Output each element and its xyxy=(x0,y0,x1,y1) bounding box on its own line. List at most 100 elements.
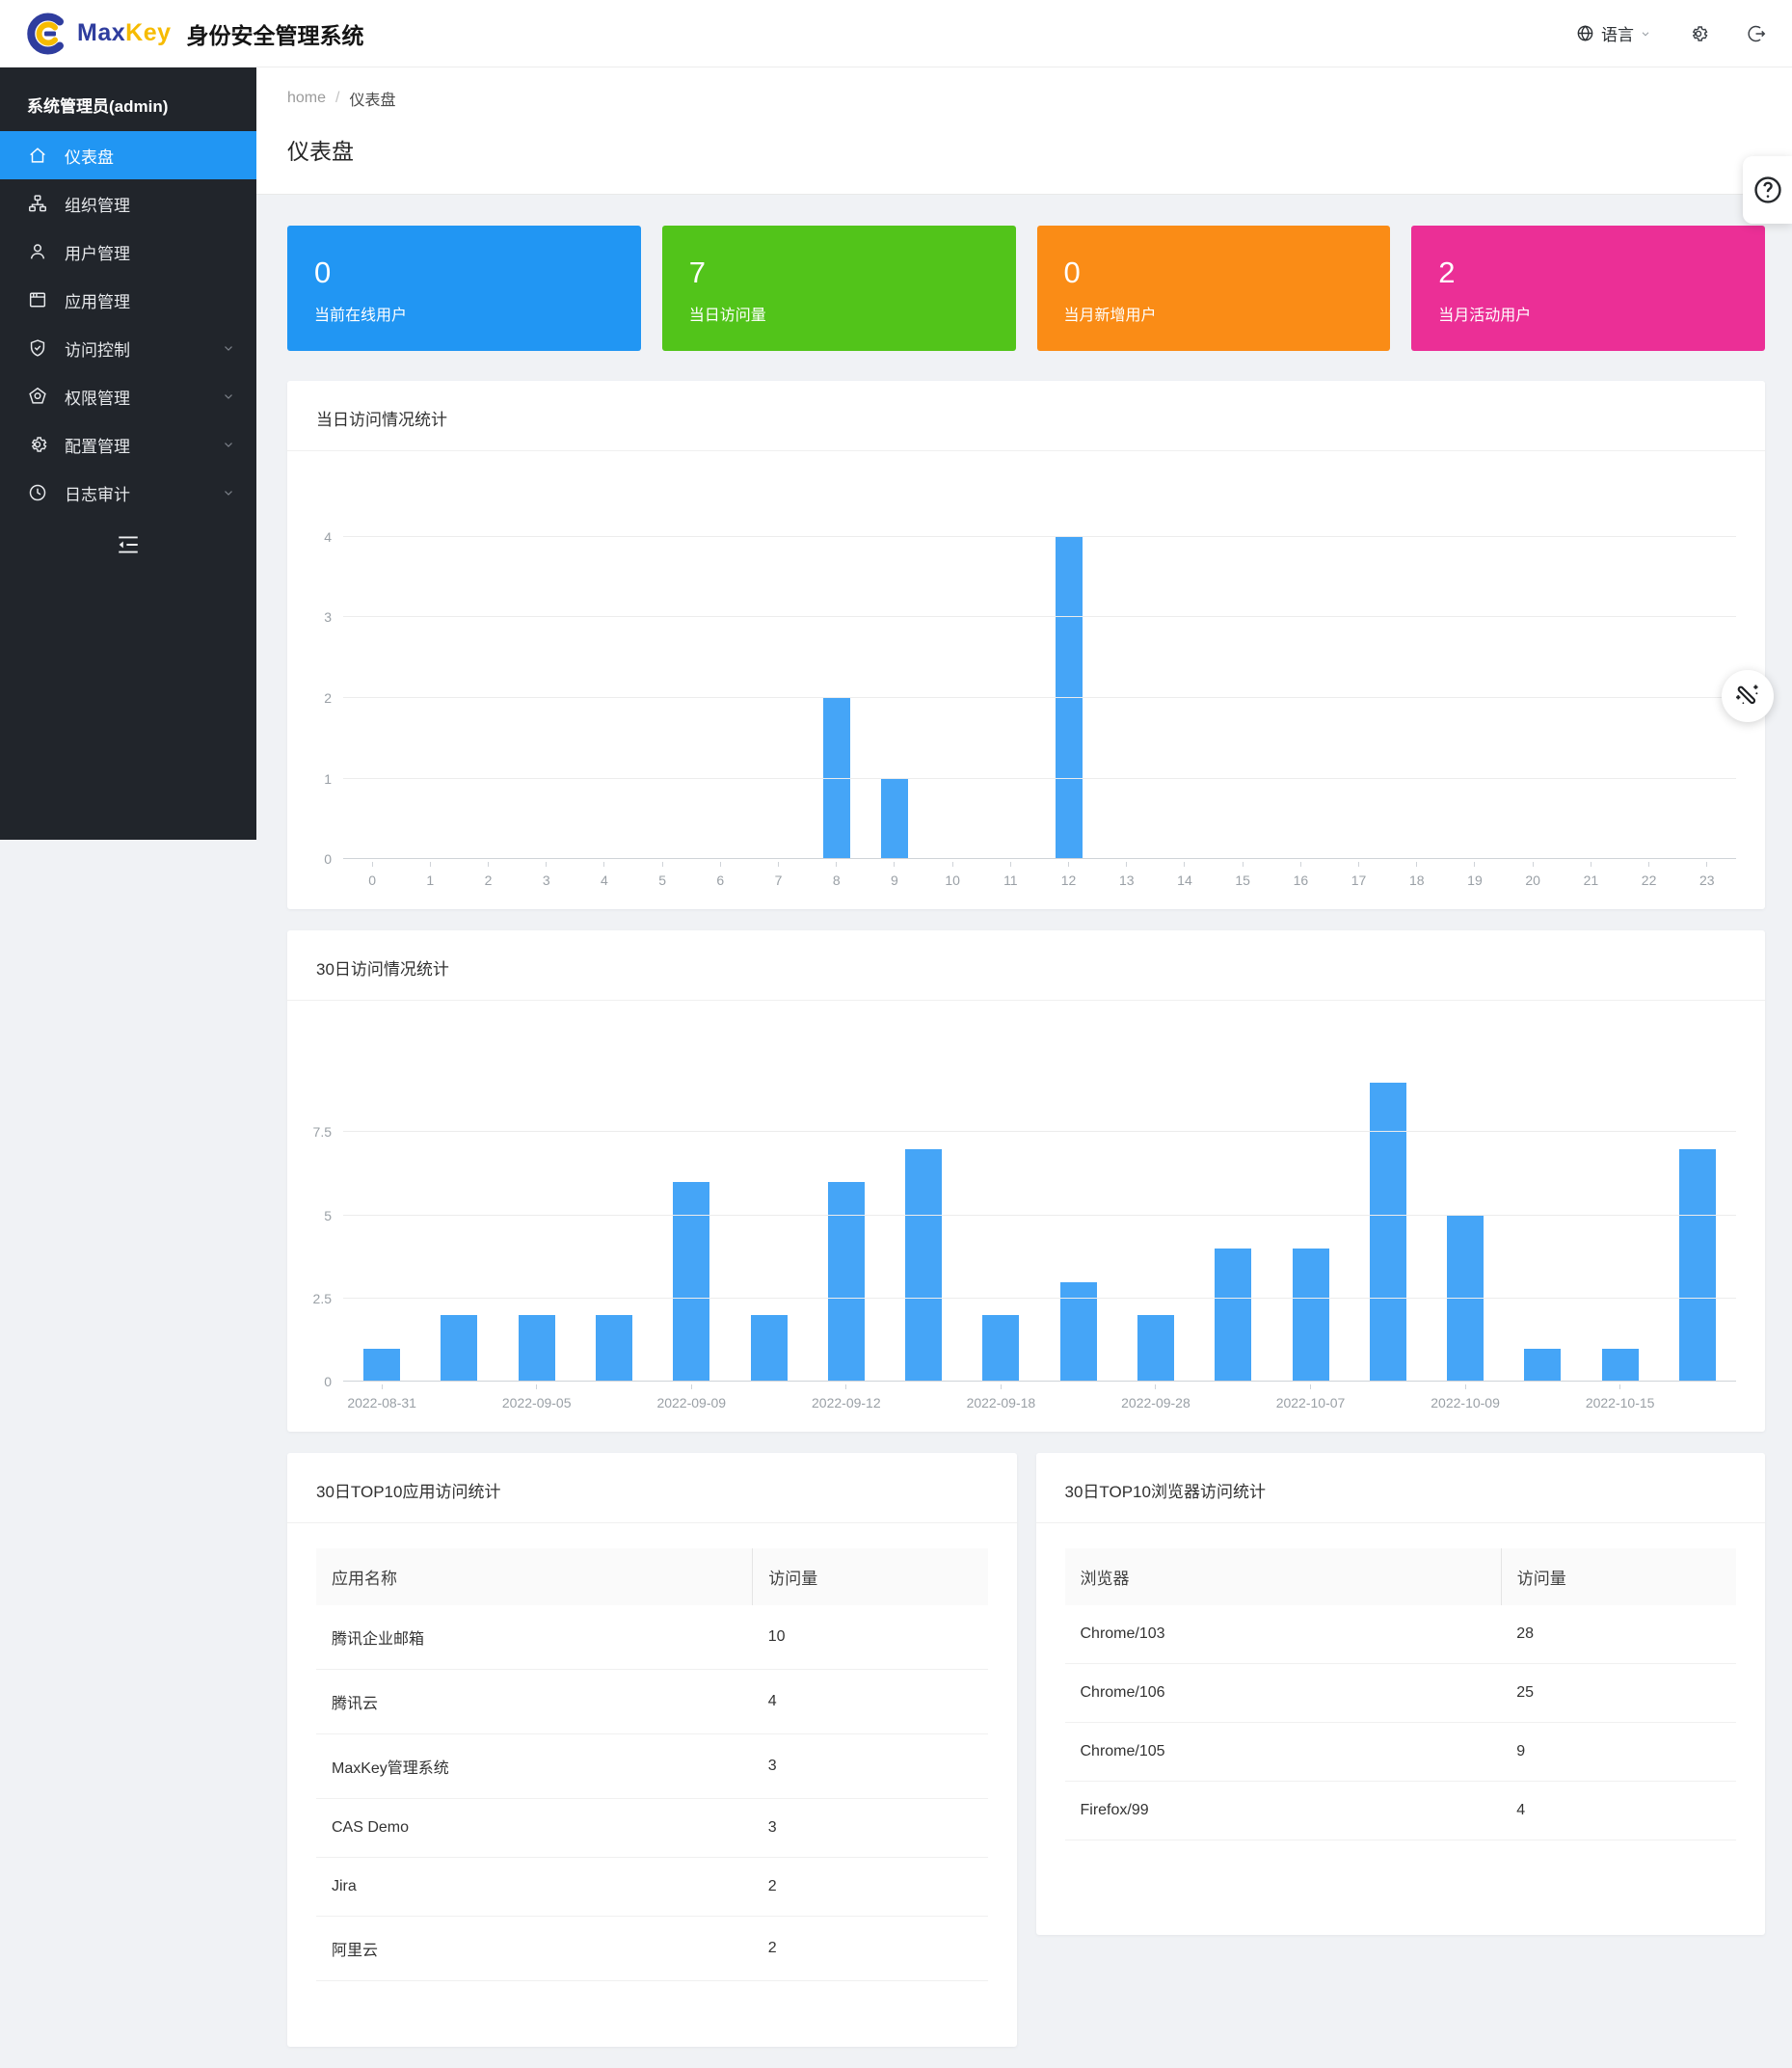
sidebar-item-label: 应用管理 xyxy=(65,288,130,312)
bar xyxy=(828,1182,865,1382)
x-axis-tick-label: 8 xyxy=(808,862,866,888)
x-axis-tick-label: 22 xyxy=(1619,862,1677,888)
stat-card-label: 当月新增用户 xyxy=(1064,302,1364,325)
panel-title: 当日访问情况统计 xyxy=(287,381,1765,451)
table-cell: 3 xyxy=(753,1799,988,1858)
bar-slot xyxy=(1582,1030,1659,1382)
chevron-down-icon xyxy=(222,389,235,403)
panel-title: 30日TOP10应用访问统计 xyxy=(287,1453,1017,1523)
bar xyxy=(881,779,908,860)
sidebar-item-dashboard[interactable]: 仪表盘 xyxy=(0,131,256,179)
x-axis-tick-label: 2022-10-09 xyxy=(1427,1384,1504,1410)
bar xyxy=(1215,1249,1251,1382)
bar-slot xyxy=(498,1030,575,1382)
sidebar-nav: 仪表盘组织管理用户管理应用管理访问控制权限管理配置管理日志审计 xyxy=(0,131,256,517)
bar-slot xyxy=(420,1030,497,1382)
table-cell: 4 xyxy=(753,1670,988,1734)
column-header: 访问量 xyxy=(753,1548,988,1605)
x-axis-tick-label: 17 xyxy=(1329,862,1387,888)
sidebar-item-users[interactable]: 用户管理 xyxy=(0,228,256,276)
bar xyxy=(1524,1349,1561,1382)
x-axis-tick-label: 2022-08-31 xyxy=(343,1384,420,1410)
y-axis-tick-label: 0 xyxy=(324,851,332,867)
settings-gear-icon[interactable] xyxy=(1688,23,1709,44)
magic-wand-button[interactable] xyxy=(1722,670,1774,722)
x-axis-line xyxy=(343,858,1736,859)
gridline xyxy=(343,697,1736,698)
table-cell: 腾讯云 xyxy=(316,1670,753,1734)
x-axis-tick-label: 11 xyxy=(981,862,1039,888)
org-icon xyxy=(27,193,48,214)
gridline xyxy=(343,1298,1736,1299)
stat-card-label: 当月活动用户 xyxy=(1438,302,1738,325)
breadcrumb-home-link[interactable]: home xyxy=(287,90,326,107)
table-row: 腾讯云4 xyxy=(316,1670,988,1734)
table-cell: 25 xyxy=(1501,1664,1736,1723)
x-axis-tick-label: 13 xyxy=(1098,862,1156,888)
sidebar-item-permissions[interactable]: 权限管理 xyxy=(0,372,256,420)
sidebar-collapse-icon[interactable] xyxy=(116,532,141,557)
help-button[interactable] xyxy=(1743,156,1792,224)
x-axis-tick-label: 15 xyxy=(1214,862,1271,888)
bar-slot xyxy=(653,1030,730,1382)
stat-card: 7当日访问量 xyxy=(662,226,1016,351)
clock-icon xyxy=(27,482,48,503)
table-cell: CAS Demo xyxy=(316,1799,753,1858)
table-cell: 28 xyxy=(1501,1605,1736,1664)
pentagon-icon xyxy=(27,386,48,407)
gridline xyxy=(343,778,1736,779)
sidebar-item-label: 配置管理 xyxy=(65,433,130,457)
gridline xyxy=(343,1131,1736,1132)
bar xyxy=(1602,1349,1639,1382)
sidebar-item-label: 组织管理 xyxy=(65,192,130,216)
language-switcher[interactable]: 语言 xyxy=(1575,21,1651,45)
sidebar-item-audit-logs[interactable]: 日志审计 xyxy=(0,469,256,517)
table-row: Chrome/1059 xyxy=(1065,1723,1737,1782)
column-header: 浏览器 xyxy=(1065,1548,1502,1605)
x-axis-tick-label xyxy=(730,1384,807,1410)
stat-card: 0当月新增用户 xyxy=(1037,226,1391,351)
x-axis-tick-label xyxy=(1659,1384,1736,1410)
sidebar-item-access-control[interactable]: 访问控制 xyxy=(0,324,256,372)
bar-chart: 01234 0123456789101112131415161718192021… xyxy=(287,451,1765,909)
x-axis-tick-label: 2 xyxy=(459,862,517,888)
x-axis-tick-label: 12 xyxy=(1039,862,1097,888)
table-row: Chrome/10328 xyxy=(1065,1605,1737,1664)
y-axis-tick-label: 7.5 xyxy=(313,1124,332,1140)
bar-slot xyxy=(1271,1030,1349,1382)
table-row: CAS Demo3 xyxy=(316,1799,988,1858)
top10-browsers-panel: 30日TOP10浏览器访问统计 浏览器 访问量 Chrome/10328Chro… xyxy=(1036,1453,1766,1935)
bar xyxy=(596,1315,632,1382)
sidebar-item-organizations[interactable]: 组织管理 xyxy=(0,179,256,228)
table-row: Firefox/994 xyxy=(1065,1782,1737,1840)
y-axis-tick-label: 1 xyxy=(324,771,332,787)
y-axis-tick-label: 4 xyxy=(324,529,332,545)
table-row: Chrome/10625 xyxy=(1065,1664,1737,1723)
bar xyxy=(1293,1249,1329,1382)
sidebar-user: 系统管理员(admin) xyxy=(0,67,256,131)
x-axis-tick-label: 2022-10-15 xyxy=(1582,1384,1659,1410)
page-head: home / 仪表盘 仪表盘 xyxy=(256,67,1792,195)
gear-icon xyxy=(27,434,48,455)
table-cell: 2 xyxy=(753,1917,988,1981)
sidebar-item-applications[interactable]: 应用管理 xyxy=(0,276,256,324)
x-axis-tick-label: 2022-09-18 xyxy=(962,1384,1039,1410)
x-axis-tick-label: 2022-09-12 xyxy=(808,1384,885,1410)
sidebar-item-configuration[interactable]: 配置管理 xyxy=(0,420,256,469)
x-axis-tick-label: 16 xyxy=(1271,862,1329,888)
stat-cards-row: 0当前在线用户7当日访问量0当月新增用户2当月活动用户 xyxy=(287,226,1765,351)
x-axis-tick-label xyxy=(1194,1384,1271,1410)
chevron-down-icon xyxy=(222,341,235,355)
content: 0当前在线用户7当日访问量0当月新增用户2当月活动用户 当日访问情况统计 012… xyxy=(256,195,1792,2063)
bar-slot xyxy=(1427,1030,1504,1382)
shield-check-icon xyxy=(27,337,48,359)
x-axis-tick-label xyxy=(1040,1384,1117,1410)
y-axis-tick-label: 0 xyxy=(324,1374,332,1389)
bar xyxy=(1137,1315,1174,1382)
bar xyxy=(1679,1149,1716,1382)
table-cell: 3 xyxy=(753,1734,988,1799)
app-window-icon xyxy=(27,289,48,310)
logout-icon[interactable] xyxy=(1746,23,1767,44)
x-axis-tick-label: 10 xyxy=(923,862,981,888)
x-axis-tick-label: 2022-09-05 xyxy=(498,1384,575,1410)
